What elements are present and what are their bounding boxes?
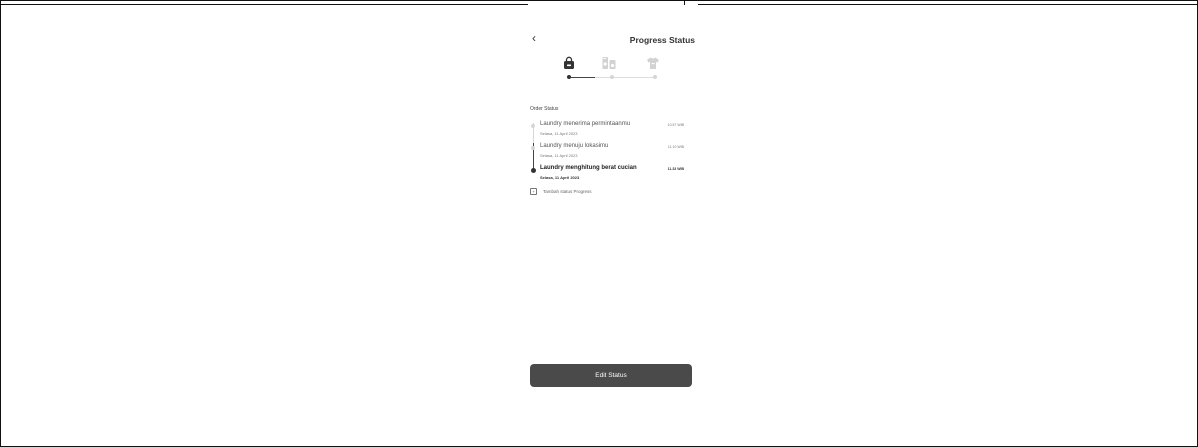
add-progress-label: Tambah status Progress [543,189,592,194]
washing-machine-icon [602,57,616,69]
progress-step-dot [567,75,571,79]
timeline-item-date: Selasa, 11 April 2023 [540,175,580,180]
laundry-bag-icon [564,56,574,69]
progress-step-dot [610,75,614,79]
timeline-item: Laundry menerima permintaanmu Selasa, 11… [530,121,690,141]
progress-step-dot [653,75,657,79]
add-progress-status-button[interactable]: + Tambah status Progress [530,188,592,195]
timeline-item-title: Laundry menuju lokasimu [540,143,609,149]
timeline-item-title: Laundry menerima permintaanmu [540,121,631,127]
top-rule-gap [528,3,698,6]
timeline-dot-active [530,168,536,173]
timeline-item-time: 11.33 WIB [667,166,684,171]
timeline-item-date: Selasa, 11 April 2023 [540,131,578,136]
progress-fill [569,77,595,78]
timeline-item-current: Laundry menghitung berat cucian Selasa, … [530,165,690,185]
timeline-item-title: Laundry menghitung berat cucian [540,165,637,171]
timeline-dot [531,124,535,128]
timeline-item: Laundry menuju lokasimu Selasa, 11 April… [530,143,690,163]
plus-square-icon: + [530,188,537,195]
timeline-item-date: Selasa, 11 April 2023 [540,153,578,158]
page-title: Progress Status [629,35,695,45]
timeline-item-time: 10.57 WIB [667,122,684,127]
timeline-dot [531,146,535,150]
edit-status-button[interactable]: Edit Status [530,364,692,387]
timeline-item-time: 11.10 WIB [667,144,684,149]
progress-stepper [562,56,662,86]
top-divider [684,0,685,5]
mobile-screen: ‹ Progress Status Order Status Laundry m… [526,24,698,404]
tshirt-icon [647,57,659,69]
chevron-left-icon: ‹ [532,31,536,45]
back-button[interactable]: ‹ [532,32,536,44]
order-status-heading: Order Status [530,106,559,112]
